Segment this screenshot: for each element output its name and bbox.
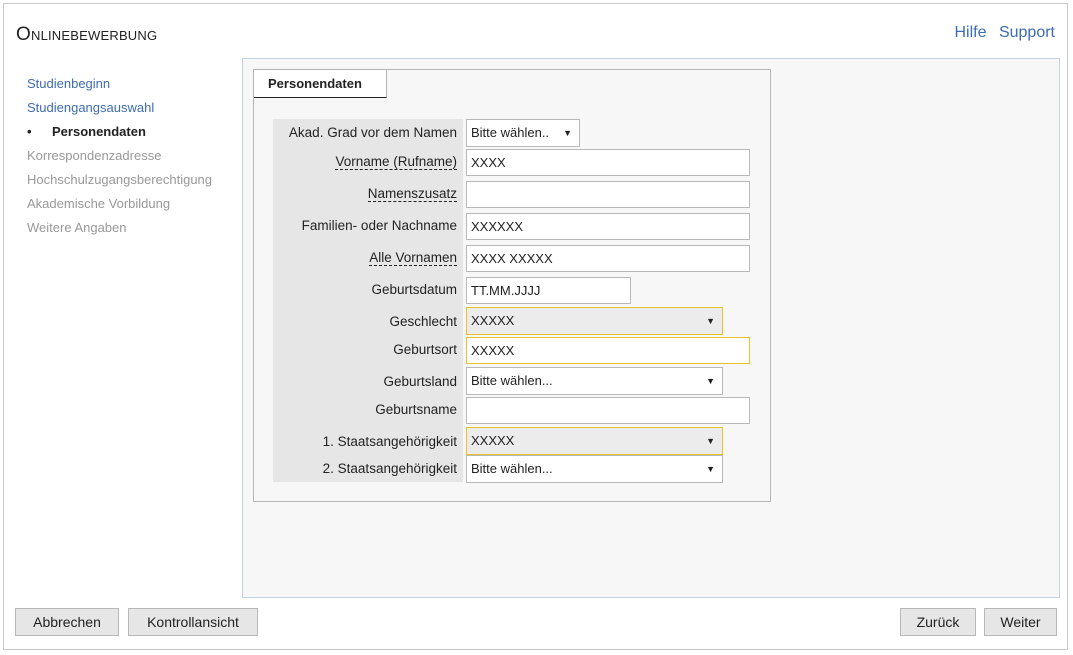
nav-item-akademische-vorbildung: Akademische Vorbildung: [27, 196, 171, 211]
label-vorname: Vorname (Rufname): [335, 154, 457, 170]
app-title: Onlinebewerbung: [16, 24, 158, 45]
staatsangehoerigkeit-1-value: XXXXX: [471, 433, 515, 448]
label-staatsangehoerigkeit-2: 2. Staatsangehörigkeit: [322, 461, 457, 476]
nav-item-weitere-angaben: Weitere Angaben: [27, 220, 127, 235]
geburtsdatum-input[interactable]: TT.MM.JJJJ: [466, 277, 631, 304]
namenszusatz-input[interactable]: [466, 181, 750, 208]
label-geburtsort: Geburtsort: [393, 342, 457, 357]
tab-personendaten[interactable]: Personendaten: [254, 70, 387, 98]
chevron-down-icon: ▼: [706, 376, 715, 386]
nav-item-personendaten: Personendaten: [27, 120, 212, 144]
label-akad-grad: Akad. Grad vor dem Namen: [288, 125, 457, 140]
nav-item-hochschulzugangsberechtigung: Hochschulzugangsberechtigung: [27, 172, 213, 187]
akad-grad-value: Bitte wählen..: [471, 125, 550, 140]
staatsangehoerigkeit-2-value: Bitte wählen...: [471, 461, 553, 476]
chevron-down-icon: ▼: [706, 464, 715, 474]
cancel-button[interactable]: Abbrechen: [15, 608, 119, 636]
chevron-down-icon: ▼: [706, 436, 715, 446]
back-button[interactable]: Zurück: [900, 608, 976, 636]
alle-vornamen-input[interactable]: XXXX XXXXX: [466, 245, 750, 272]
label-staatsangehoerigkeit-1: 1. Staatsangehörigkeit: [322, 434, 457, 449]
label-geburtsname: Geburtsname: [375, 402, 457, 417]
geburtsname-input[interactable]: [466, 397, 750, 424]
content-area: Personendaten Akad. Grad vor dem Namen B…: [242, 58, 1060, 598]
geburtsland-select[interactable]: Bitte wählen... ▼: [466, 367, 723, 395]
geburtsland-value: Bitte wählen...: [471, 373, 553, 388]
staatsangehoerigkeit-2-select[interactable]: Bitte wählen... ▼: [466, 455, 723, 483]
geschlecht-select[interactable]: XXXXX ▼: [466, 307, 723, 335]
nav-item-studiengangsauswahl[interactable]: Studiengangsauswahl: [27, 96, 212, 120]
label-namenszusatz: Namenszusatz: [367, 186, 457, 202]
familienname-input[interactable]: XXXXXX: [466, 213, 750, 240]
staatsangehoerigkeit-1-select[interactable]: XXXXX ▼: [466, 427, 723, 455]
akad-grad-select[interactable]: Bitte wählen.. ▼: [466, 119, 580, 147]
support-link[interactable]: Support: [999, 24, 1055, 41]
label-alle-vornamen: Alle Vornamen: [369, 250, 457, 266]
nav-item-studienbeginn[interactable]: Studienbeginn: [27, 72, 212, 96]
step-navigation: Studienbeginn Studiengangsauswahl Person…: [27, 72, 212, 240]
label-familienname: Familien- oder Nachname: [301, 218, 457, 233]
top-links: Hilfe Support: [946, 24, 1055, 42]
geschlecht-value: XXXXX: [471, 313, 515, 328]
chevron-down-icon: ▼: [563, 128, 572, 138]
label-geschlecht: Geschlecht: [389, 314, 457, 329]
review-button[interactable]: Kontrollansicht: [128, 608, 258, 636]
label-geburtsland: Geburtsland: [383, 374, 457, 389]
nav-item-korrespondenzadresse: Korrespondenzadresse: [27, 148, 162, 163]
geburtsort-input[interactable]: XXXXX: [466, 337, 750, 364]
vorname-input[interactable]: XXXX: [466, 149, 750, 176]
next-button[interactable]: Weiter: [984, 608, 1057, 636]
personendaten-panel: Personendaten Akad. Grad vor dem Namen B…: [253, 69, 771, 502]
chevron-down-icon: ▼: [706, 316, 715, 326]
label-geburtsdatum: Geburtsdatum: [371, 282, 457, 297]
help-link[interactable]: Hilfe: [954, 24, 986, 41]
